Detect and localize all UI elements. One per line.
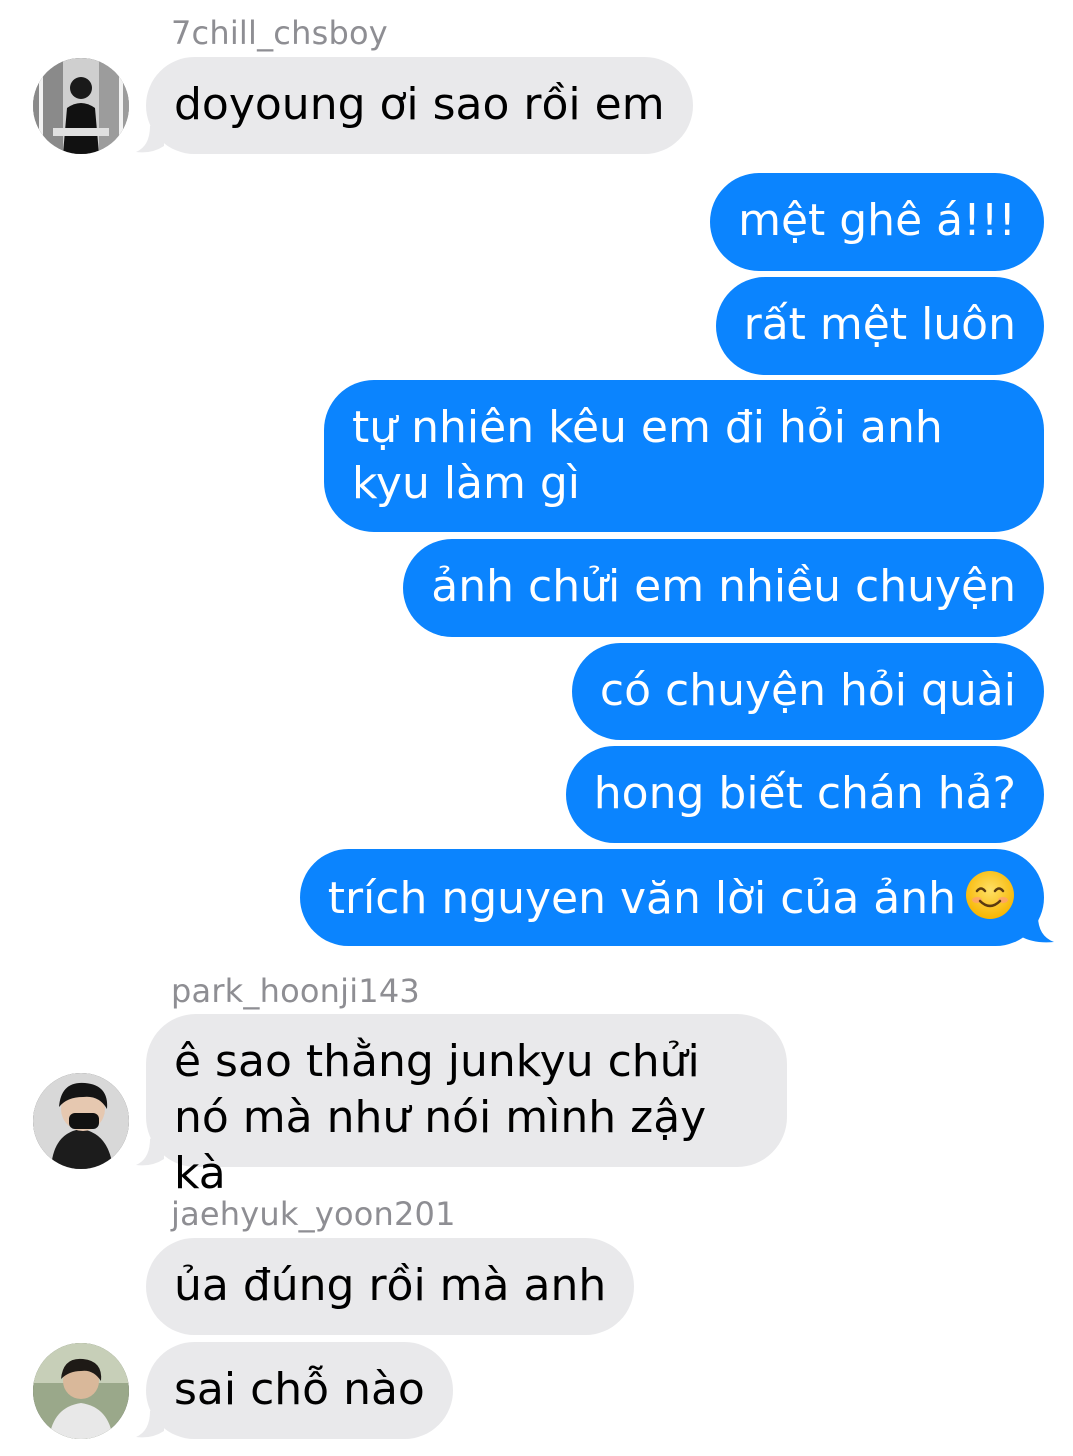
incoming-message-bubble[interactable]: ủa đúng rồi mà anh — [146, 1238, 635, 1335]
bubble-tail — [136, 1129, 164, 1166]
incoming-message-bubble[interactable]: ê sao thằng junkyu chửi nó mà như nói mì… — [146, 1014, 787, 1199]
user-photo-icon — [33, 1343, 129, 1439]
message-text: ê sao thằng junkyu chửi nó mà như nói mì… — [174, 1036, 707, 1199]
outgoing-message-bubble[interactable]: ảnh chửi em nhiều chuyện — [403, 539, 1044, 637]
message-text: sai chỗ nào — [174, 1364, 425, 1415]
avatar[interactable] — [33, 1343, 129, 1439]
message-text: doyoung ơi sao rồi em — [174, 79, 665, 130]
outgoing-message-bubble[interactable]: có chuyện hỏi quài — [571, 643, 1044, 740]
outgoing-message-bubble[interactable]: hong biết chán hả? — [565, 746, 1044, 843]
message-text: có chuyện hỏi quài — [599, 665, 1016, 716]
outgoing-message-bubble[interactable]: trích nguyen văn lời của ảnh — [299, 849, 1044, 946]
bubble-tail — [136, 1401, 164, 1438]
avatar[interactable] — [33, 1073, 129, 1169]
message-text: tự nhiên kêu em đi hỏi anh kyu làm gì — [352, 402, 943, 509]
message-text: mệt ghê á!!! — [738, 195, 1016, 246]
outgoing-message-bubble[interactable]: rất mệt luôn — [715, 277, 1044, 375]
outgoing-message-bubble[interactable]: tự nhiên kêu em đi hỏi anh kyu làm gì — [324, 380, 1044, 532]
message-text: rất mệt luôn — [743, 299, 1016, 350]
message-text: ảnh chửi em nhiều chuyện — [431, 561, 1016, 612]
bubble-tail — [136, 116, 164, 153]
avatar[interactable] — [33, 58, 129, 154]
message-text: hong biết chán hả? — [593, 768, 1016, 819]
message-text: ủa đúng rồi mà anh — [174, 1260, 607, 1311]
incoming-message-bubble[interactable]: sai chỗ nào — [146, 1342, 453, 1439]
sender-name: jaehyuk_yoon201 — [171, 1195, 456, 1233]
smiling-face-emoji-icon — [964, 869, 1016, 921]
sender-name: 7chill_chsboy — [171, 14, 388, 52]
sender-name: park_hoonji143 — [171, 972, 420, 1010]
user-photo-icon — [33, 1073, 129, 1169]
incoming-message-bubble[interactable]: doyoung ơi sao rồi em — [146, 57, 693, 154]
outgoing-message-bubble[interactable]: mệt ghê á!!! — [710, 173, 1044, 271]
message-text: trích nguyen văn lời của ảnh — [327, 873, 956, 924]
user-photo-icon — [33, 58, 129, 154]
bubble-tail — [1020, 906, 1054, 943]
